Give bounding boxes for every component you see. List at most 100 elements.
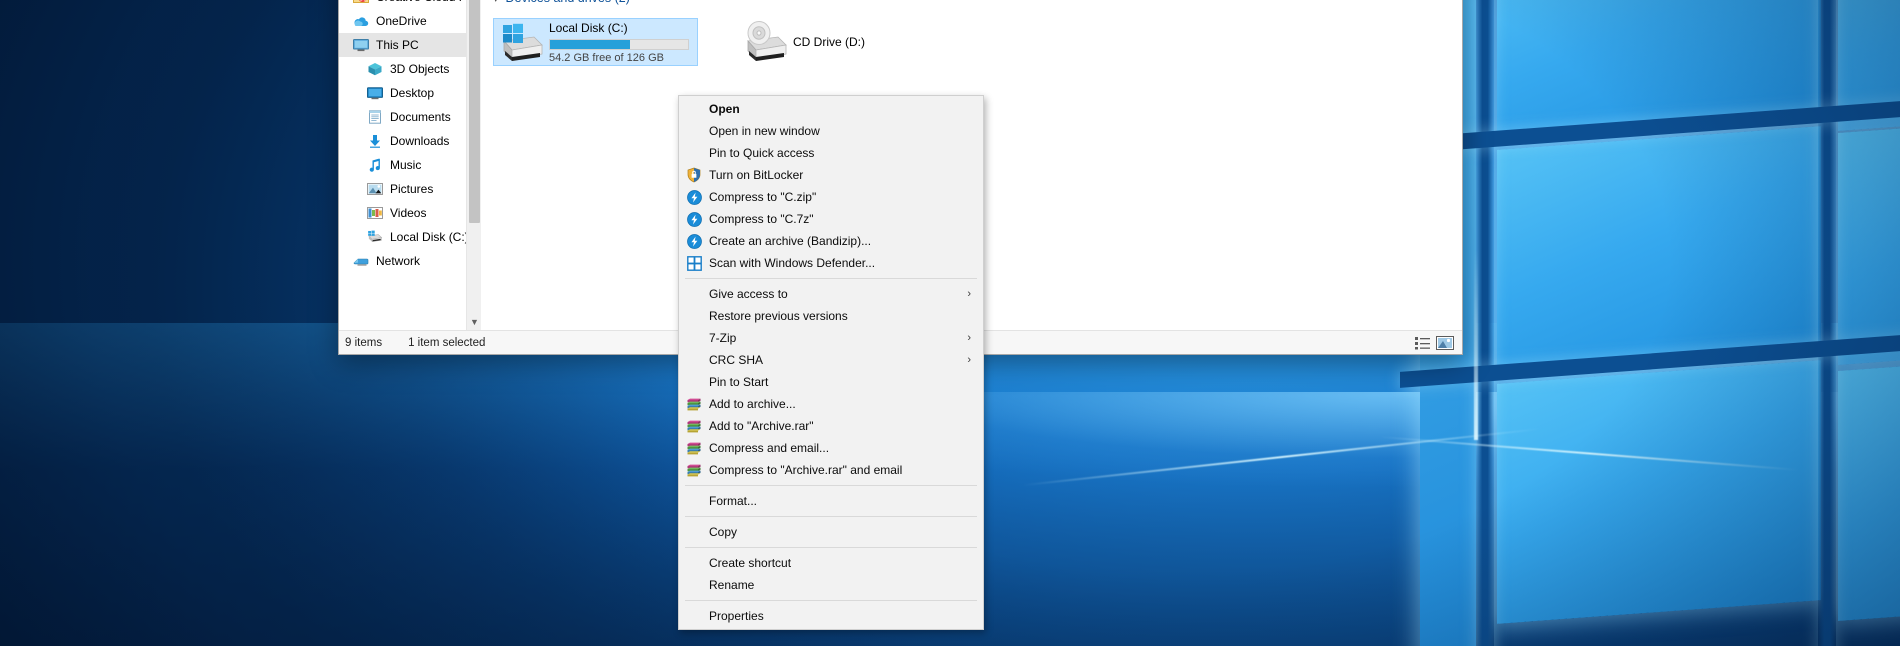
sidebar-item-videos[interactable]: Videos xyxy=(339,201,481,225)
svg-text:Cc: Cc xyxy=(359,0,366,3)
context-menu-item-label: Compress to "C.7z" xyxy=(709,212,979,226)
drive-name: Local Disk (C:) xyxy=(549,20,693,36)
context-menu-item-label: Compress to "Archive.rar" and email xyxy=(709,463,979,477)
menu-item-no-icon xyxy=(679,120,709,142)
navigation-pane[interactable]: Videos CcCreative Cloud Fil OneDrive This P… xyxy=(339,0,481,330)
drive-free-space: 54.2 GB free of 126 GB xyxy=(549,52,693,64)
context-menu-item-turn-on-bitlocker[interactable]: Turn on BitLocker xyxy=(679,164,983,186)
menu-item-no-icon xyxy=(679,521,709,543)
music-icon xyxy=(367,157,383,173)
sidebar-item-music[interactable]: Music xyxy=(339,153,481,177)
sidebar-item-this-pc[interactable]: This PC xyxy=(339,33,481,57)
group-header-devices-and-drives[interactable]: ▾ Devices and drives (2) xyxy=(493,0,1450,11)
sidebar-item-label: OneDrive xyxy=(376,14,427,28)
bandizip-icon xyxy=(679,208,709,230)
3d-objects-icon xyxy=(367,61,383,77)
context-menu-item-compress-to-archive-rar-and-email[interactable]: Compress to "Archive.rar" and email xyxy=(679,459,983,481)
context-menu-item-label: Add to "Archive.rar" xyxy=(709,419,979,433)
navigation-scrollbar-thumb[interactable] xyxy=(469,0,480,223)
large-icons-view-icon[interactable] xyxy=(1434,334,1456,352)
winrar-icon xyxy=(679,415,709,437)
sidebar-item-label: This PC xyxy=(376,38,419,52)
sidebar-item-desktop[interactable]: Desktop xyxy=(339,81,481,105)
sidebar-item-label: Documents xyxy=(390,110,451,124)
navigation-scrollbar[interactable]: ▼ xyxy=(466,0,481,330)
sidebar-item-creative-cloud-fil[interactable]: CcCreative Cloud Fil xyxy=(339,0,481,9)
bandizip-icon xyxy=(679,186,709,208)
context-menu-item-label: Compress to "C.zip" xyxy=(709,190,979,204)
context-menu-item-compress-to-c-zip[interactable]: Compress to "C.zip" xyxy=(679,186,983,208)
downloads-icon xyxy=(367,133,383,149)
context-menu-item-label: 7-Zip xyxy=(709,331,967,345)
context-menu-item-open-in-new-window[interactable]: Open in new window xyxy=(679,120,983,142)
context-menu-item-rename[interactable]: Rename xyxy=(679,574,983,596)
context-menu[interactable]: Open Open in new window Pin to Quick acces… xyxy=(678,95,984,630)
drive-name: CD Drive (D:) xyxy=(793,34,939,50)
sidebar-item-network[interactable]: Network xyxy=(339,249,481,273)
sidebar-item-pictures[interactable]: Pictures xyxy=(339,177,481,201)
drive-tile-row: Local Disk (C:) 54.2 GB free of 126 GB xyxy=(493,18,1450,66)
context-menu-item-scan-with-windows-defender[interactable]: Scan with Windows Defender... xyxy=(679,252,983,274)
context-menu-item-restore-previous-versions[interactable]: Restore previous versions xyxy=(679,305,983,327)
context-menu-item-compress-to-c-7z[interactable]: Compress to "C.7z" xyxy=(679,208,983,230)
context-menu-separator xyxy=(685,516,977,517)
context-menu-item-pin-to-quick-access[interactable]: Pin to Quick access xyxy=(679,142,983,164)
context-menu-item-add-to-archive[interactable]: Add to archive... xyxy=(679,393,983,415)
context-menu-item-crc-sha[interactable]: CRC SHA› xyxy=(679,349,983,371)
sidebar-item-label: Downloads xyxy=(390,134,449,148)
context-menu-item-properties[interactable]: Properties xyxy=(679,605,983,627)
context-menu-item-create-shortcut[interactable]: Create shortcut xyxy=(679,552,983,574)
context-menu-item-add-to-archive-rar[interactable]: Add to "Archive.rar" xyxy=(679,415,983,437)
sidebar-item-label: Desktop xyxy=(390,86,434,100)
details-view-icon[interactable] xyxy=(1412,334,1434,352)
context-menu-item-label: Open xyxy=(709,102,979,116)
windows-defender-icon xyxy=(679,252,709,274)
context-menu-separator xyxy=(685,600,977,601)
sidebar-item-onedrive[interactable]: OneDrive xyxy=(339,9,481,33)
context-menu-item-7-zip[interactable]: 7-Zip› xyxy=(679,327,983,349)
bitlocker-shield-icon xyxy=(679,164,709,186)
desktop-icon xyxy=(367,85,383,101)
context-menu-item-label: Scan with Windows Defender... xyxy=(709,256,979,270)
context-menu-item-copy[interactable]: Copy xyxy=(679,521,983,543)
bandizip-icon xyxy=(679,230,709,252)
context-menu-separator xyxy=(685,547,977,548)
onedrive-icon xyxy=(353,13,369,29)
context-menu-item-open[interactable]: Open xyxy=(679,98,983,120)
context-menu-item-label: Give access to xyxy=(709,287,967,301)
drive-tile-local-disk-c[interactable]: Local Disk (C:) 54.2 GB free of 126 GB xyxy=(493,18,698,66)
sidebar-item-local-disk-c[interactable]: Local Disk (C:) xyxy=(339,225,481,249)
menu-item-no-icon xyxy=(679,98,709,120)
context-menu-item-give-access-to[interactable]: Give access to› xyxy=(679,283,983,305)
menu-item-no-icon xyxy=(679,142,709,164)
scroll-down-arrow-icon[interactable]: ▼ xyxy=(467,313,481,330)
context-menu-item-create-an-archive-bandizip[interactable]: Create an archive (Bandizip)... xyxy=(679,230,983,252)
menu-item-no-icon xyxy=(679,552,709,574)
drive-tile-meta: Local Disk (C:) 54.2 GB free of 126 GB xyxy=(549,20,693,64)
group-header-label: Devices and drives (2) xyxy=(506,0,630,5)
status-item-count: 9 items xyxy=(345,337,382,349)
context-menu-item-label: Add to archive... xyxy=(709,397,979,411)
context-menu-item-pin-to-start[interactable]: Pin to Start xyxy=(679,371,983,393)
sidebar-item-label: Network xyxy=(376,254,420,268)
menu-item-no-icon xyxy=(679,605,709,627)
winrar-icon xyxy=(679,437,709,459)
sidebar-item-documents[interactable]: Documents xyxy=(339,105,481,129)
capacity-bar-fill xyxy=(550,40,630,49)
menu-item-no-icon xyxy=(679,574,709,596)
drive-tile-meta: CD Drive (D:) xyxy=(793,34,939,50)
videos-folder-icon xyxy=(367,205,383,221)
this-pc-icon xyxy=(353,37,369,53)
context-menu-item-label: Compress and email... xyxy=(709,441,979,455)
chevron-down-icon[interactable]: ▾ xyxy=(493,0,499,5)
submenu-arrow-icon: › xyxy=(967,288,979,300)
sidebar-item-downloads[interactable]: Downloads xyxy=(339,129,481,153)
context-menu-item-label: Open in new window xyxy=(709,124,979,138)
context-menu-item-format[interactable]: Format... xyxy=(679,490,983,512)
menu-item-no-icon xyxy=(679,327,709,349)
context-menu-item-label: Turn on BitLocker xyxy=(709,168,979,182)
context-menu-item-label: Format... xyxy=(709,494,979,508)
drive-tile-cd-drive-d[interactable]: CD Drive (D:) xyxy=(738,18,943,66)
sidebar-item-3d-objects[interactable]: 3D Objects xyxy=(339,57,481,81)
context-menu-item-compress-and-email[interactable]: Compress and email... xyxy=(679,437,983,459)
